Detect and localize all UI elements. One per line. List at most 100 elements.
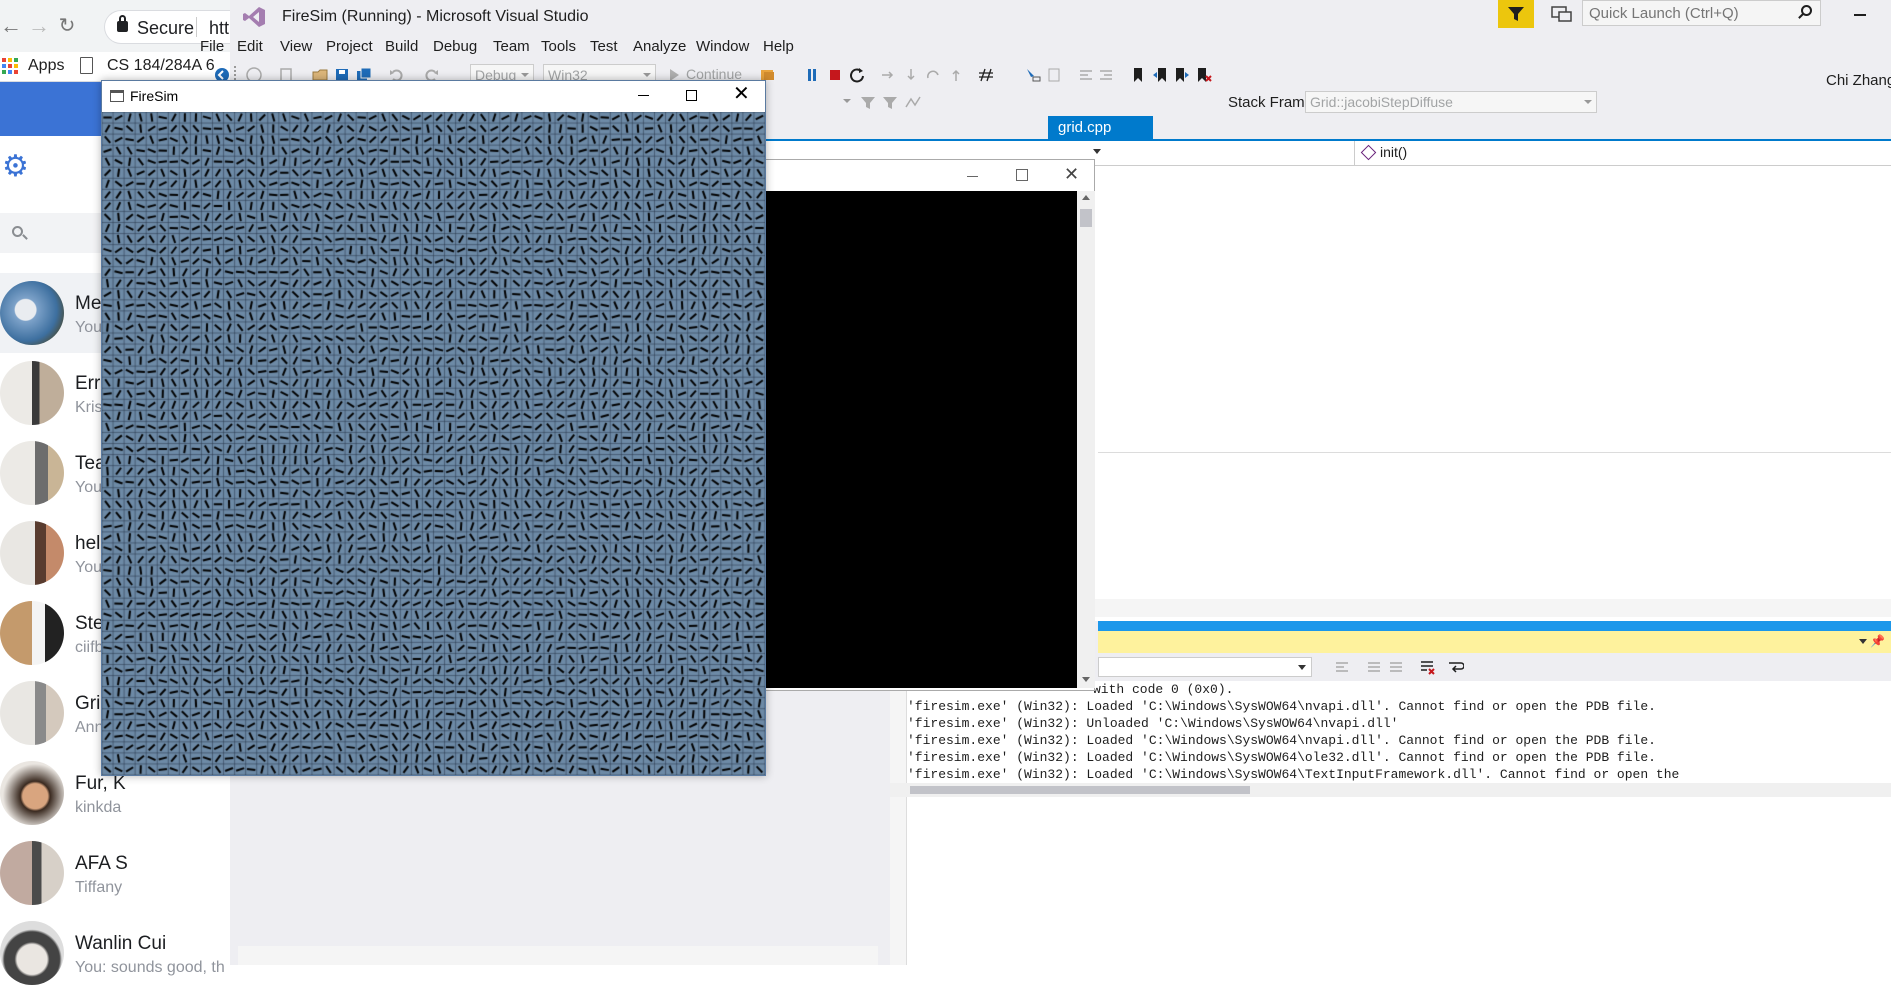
clear-all-icon[interactable] — [1419, 659, 1435, 675]
forward-icon[interactable]: → — [28, 12, 50, 40]
word-wrap-icon[interactable] — [1448, 659, 1464, 675]
step-into-icon[interactable] — [903, 67, 919, 83]
menu-file[interactable]: File — [200, 38, 224, 55]
maximize-button[interactable] — [1016, 169, 1028, 181]
quick-launch[interactable] — [1582, 0, 1821, 26]
menu-project[interactable]: Project — [326, 38, 373, 55]
method-icon — [1360, 144, 1377, 161]
previous-bookmark-icon[interactable] — [1152, 67, 1168, 83]
restart-icon[interactable] — [849, 67, 865, 83]
notification-filter-button[interactable] — [1498, 0, 1534, 28]
menu-window[interactable]: Window — [696, 38, 749, 55]
filter-icon[interactable] — [860, 95, 876, 111]
avatar — [0, 281, 64, 345]
step-out-icon[interactable] — [948, 67, 964, 83]
avatar — [0, 521, 64, 585]
output-source-select[interactable] — [1098, 657, 1312, 677]
scrollbar-thumb[interactable] — [1080, 209, 1092, 227]
flag-thread-icon[interactable] — [882, 95, 898, 111]
output-line: 'firesim.exe' (Win32): Unloaded 'C:\Wind… — [907, 716, 1399, 731]
next-message-icon[interactable] — [1388, 659, 1404, 675]
search-icon[interactable] — [1801, 5, 1812, 16]
scrollbar-thumb[interactable] — [910, 786, 1250, 794]
conversation-item[interactable]: Wanlin Cui You: sounds good, th — [0, 913, 230, 993]
avatar — [0, 681, 64, 745]
menu-debug[interactable]: Debug — [433, 38, 477, 55]
stack-icon[interactable] — [1046, 67, 1062, 83]
avatar — [0, 921, 64, 985]
gear-icon[interactable]: ⚙ — [2, 152, 32, 182]
velocity-field-canvas[interactable] — [102, 112, 765, 775]
menu-build[interactable]: Build — [385, 38, 418, 55]
conversation-item[interactable]: AFA S Tiffany — [0, 833, 230, 913]
output-line: with code 0 (0x0). — [1093, 682, 1234, 697]
menu-tools[interactable]: Tools — [541, 38, 576, 55]
stop-icon[interactable] — [827, 67, 843, 83]
avatar — [0, 841, 64, 905]
editor-horizontal-scrollbar[interactable] — [1090, 599, 1891, 617]
member-dropdown[interactable]: init() — [1354, 141, 1891, 165]
menu-view[interactable]: View — [280, 38, 312, 55]
reload-icon[interactable]: ↻ — [56, 12, 78, 40]
close-icon[interactable]: ✕ — [733, 84, 751, 104]
previous-message-icon[interactable] — [1366, 659, 1382, 675]
tab-grid-cpp[interactable]: grid.cpp — [1048, 116, 1153, 140]
clear-bookmarks-icon[interactable] — [1196, 67, 1212, 83]
menu-analyze[interactable]: Analyze — [633, 38, 686, 55]
editor-splitter[interactable] — [1098, 452, 1891, 453]
chrome-toolbar: ← → ↻ Secure htt — [0, 0, 230, 52]
filter-icon — [1508, 7, 1524, 21]
chevron-down-icon[interactable] — [1859, 639, 1867, 644]
menu-team[interactable]: Team — [493, 38, 530, 55]
output-window[interactable]: with code 0 (0x0). 'firesim.exe' (Win32)… — [890, 681, 1891, 965]
hex-display-icon[interactable] — [978, 67, 994, 83]
thread-icon[interactable] — [1025, 67, 1041, 83]
minimize-button[interactable] — [636, 87, 652, 103]
step-loop-icon[interactable] — [925, 67, 941, 83]
menu-help[interactable]: Help — [763, 38, 794, 55]
console-output[interactable] — [766, 191, 1077, 688]
bookmark-apps[interactable]: Apps — [28, 57, 64, 75]
menu-edit[interactable]: Edit — [237, 38, 263, 55]
minimize-button[interactable] — [1845, 0, 1875, 30]
minimize-button[interactable] — [966, 168, 980, 182]
next-bookmark-icon[interactable] — [1174, 67, 1190, 83]
menu-test[interactable]: Test — [590, 38, 618, 55]
stack-frame-label: Stack Frame: — [1228, 94, 1318, 111]
window-app-icon — [110, 90, 124, 102]
console-window: ✕ — [765, 159, 1095, 691]
document-icon — [80, 57, 93, 74]
output-vertical-scrollbar[interactable] — [890, 681, 907, 965]
bookmark-cs184[interactable]: CS 184/284A 6 — [107, 57, 215, 75]
window-title: FireSim (Running) - Microsoft Visual Stu… — [282, 8, 589, 25]
uncomment-icon[interactable] — [1098, 67, 1114, 83]
apps-grid-icon[interactable] — [2, 58, 18, 74]
chrome-horizontal-scrollbar[interactable] — [238, 946, 878, 965]
current-function: init() — [1380, 144, 1408, 160]
back-icon[interactable]: ← — [0, 12, 22, 40]
chevron-up-icon[interactable] — [1082, 195, 1090, 200]
comment-out-icon[interactable] — [1078, 67, 1094, 83]
find-message-icon[interactable] — [1334, 659, 1350, 675]
pin-icon[interactable]: 📌 — [1870, 634, 1885, 648]
output-panel-header — [1098, 621, 1891, 631]
pause-icon[interactable] — [804, 67, 820, 83]
close-icon[interactable]: ✕ — [1064, 165, 1080, 183]
bookmark-icon[interactable] — [1130, 67, 1146, 83]
chevron-down-icon[interactable] — [1093, 149, 1101, 154]
output-panel-titlebar: 📌 — [1098, 631, 1891, 653]
step-over-icon[interactable] — [880, 67, 896, 83]
output-horizontal-scrollbar[interactable] — [890, 783, 1891, 797]
conversation-name: Fur, K — [75, 773, 126, 794]
quick-launch-input[interactable] — [1589, 3, 1789, 23]
chevron-down-icon[interactable] — [1082, 677, 1090, 682]
avatar — [0, 761, 64, 825]
maximize-button[interactable] — [686, 90, 697, 101]
search-icon — [12, 226, 23, 237]
url-text[interactable]: htt — [209, 18, 229, 39]
visual-studio-logo-icon — [243, 7, 265, 27]
console-scrollbar[interactable] — [1077, 191, 1095, 688]
feedback-icon[interactable] — [1550, 4, 1574, 24]
show-threads-icon[interactable] — [905, 95, 921, 111]
stack-frame-select[interactable]: Grid::jacobiStepDiffuse — [1305, 91, 1597, 113]
